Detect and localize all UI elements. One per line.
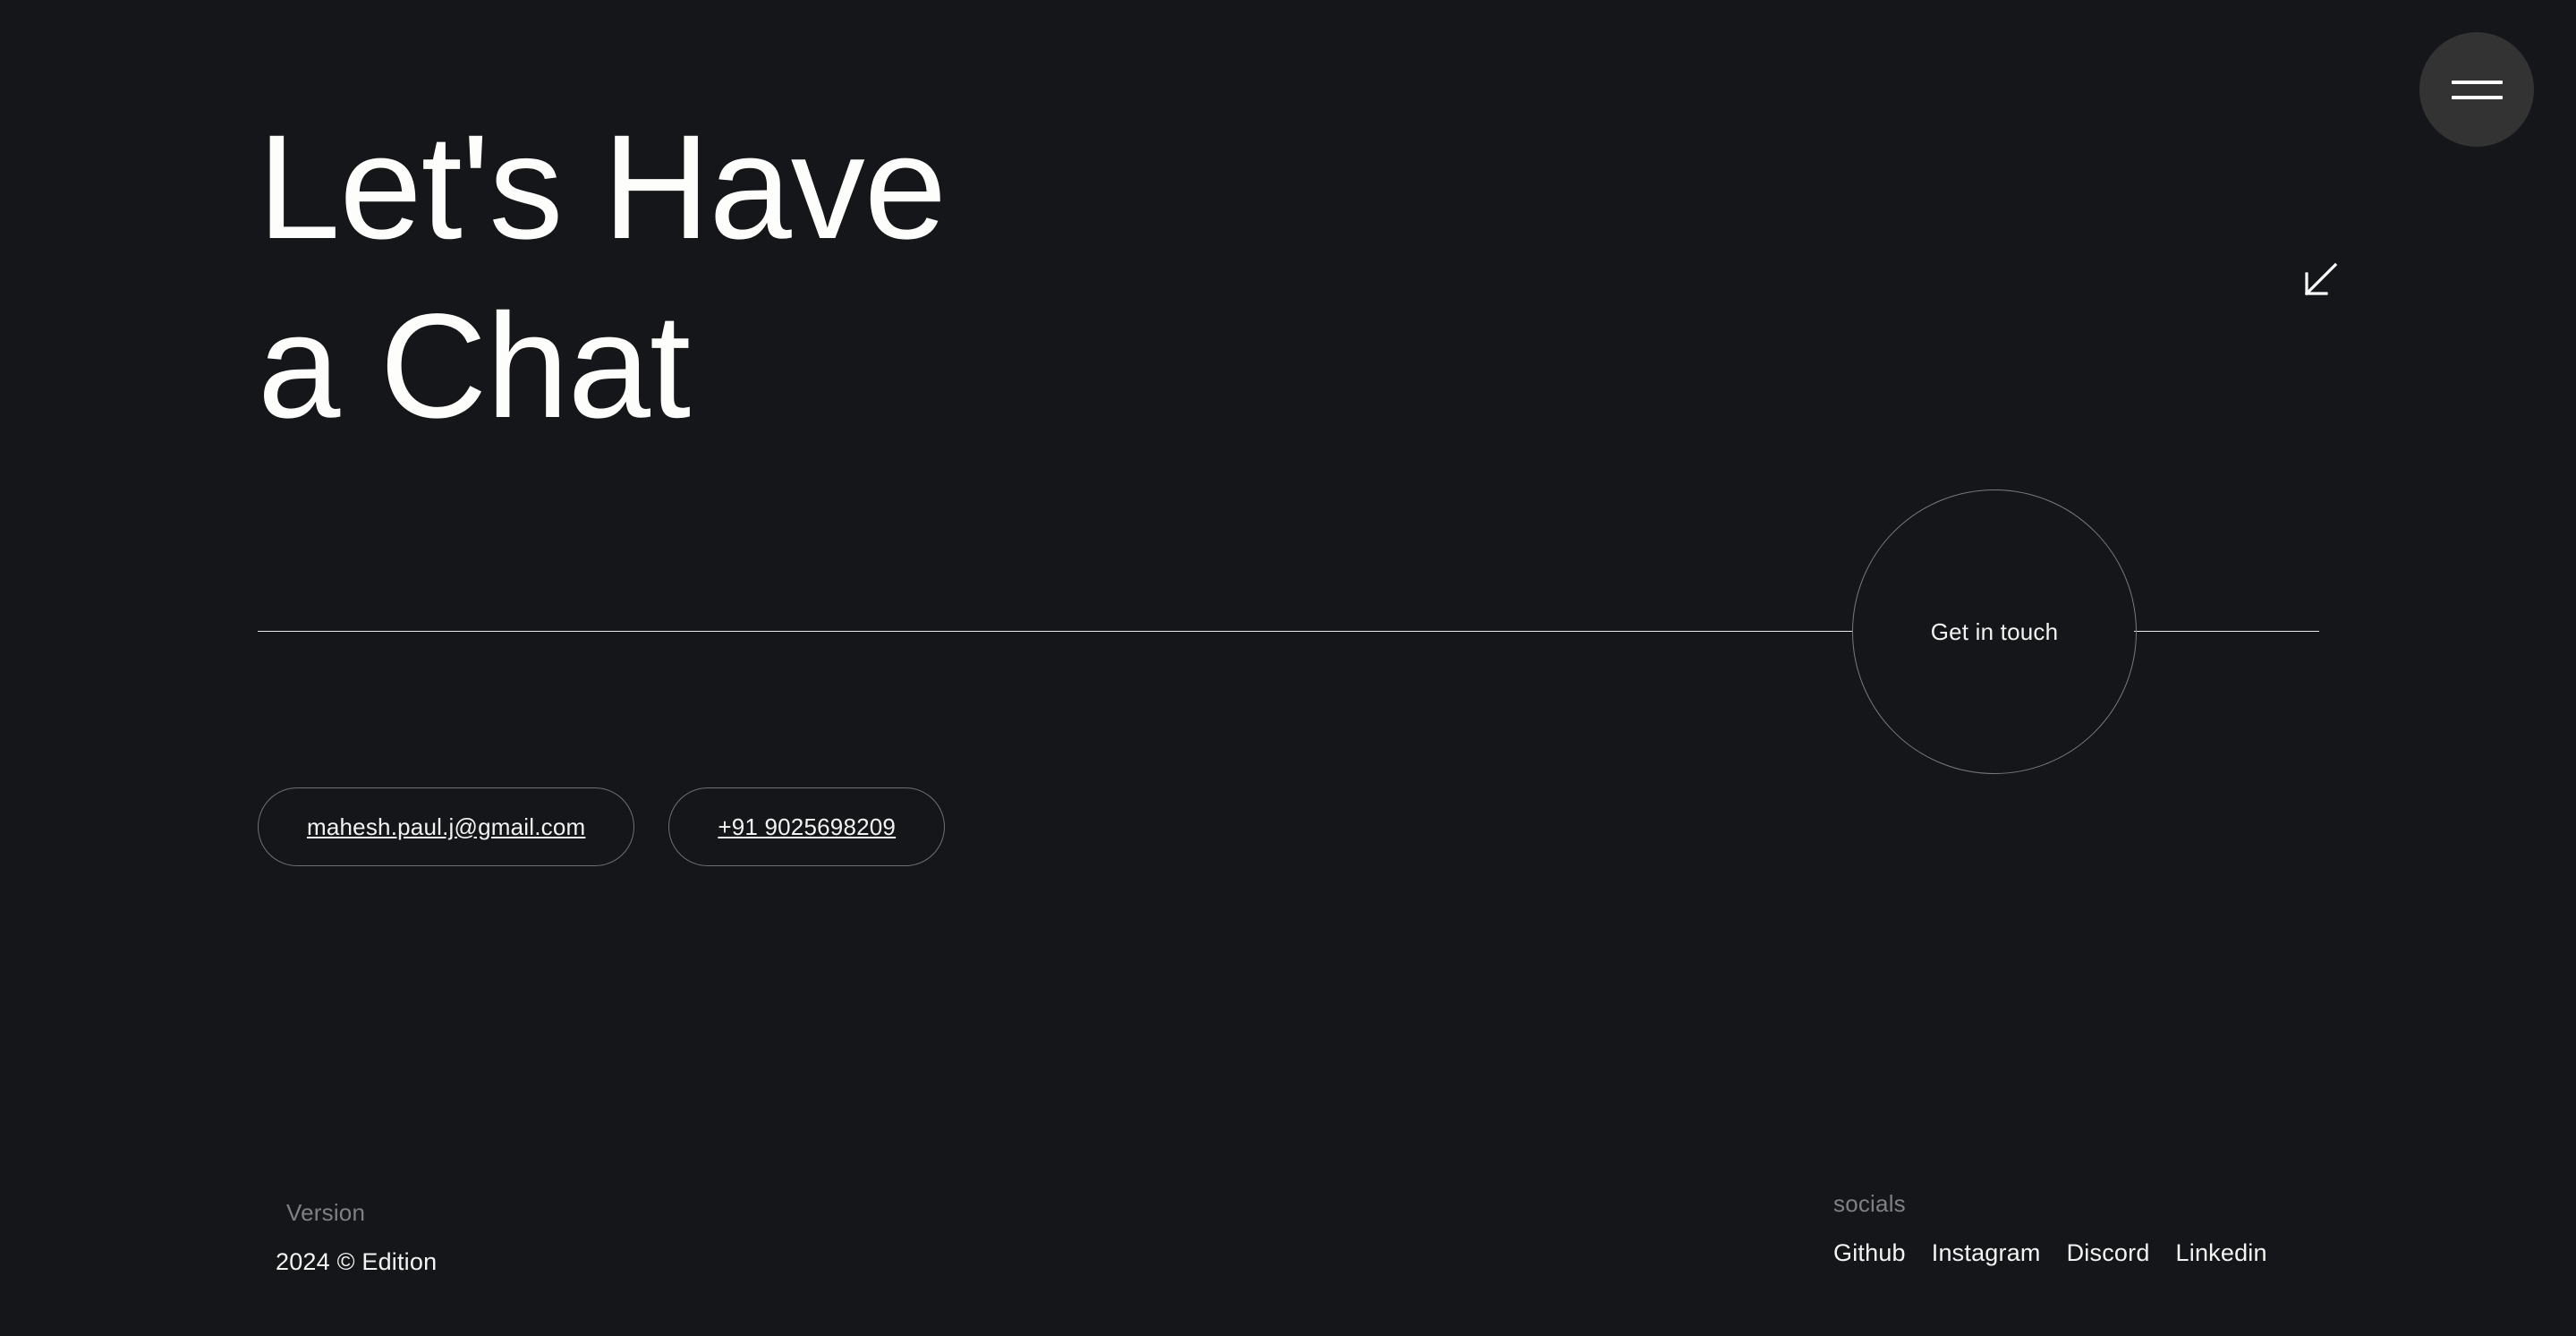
divider-row: Get in touch (0, 489, 2576, 776)
hamburger-icon-bar-top (2451, 80, 2503, 84)
footer-socials-links: Github Instagram Discord Linkedin (1833, 1239, 2267, 1267)
footer: Version 2024 © Edition socials Github In… (0, 1190, 2576, 1336)
arrow-down-left-icon (2300, 260, 2341, 301)
footer-version-label: Version (286, 1199, 366, 1226)
footer-socials-block: socials Github Instagram Discord Linkedi… (1833, 1190, 2267, 1267)
get-in-touch-button[interactable]: Get in touch (1852, 489, 2137, 774)
contact-pill-phone[interactable]: +91 9025698209 (668, 787, 946, 866)
divider-line-left (258, 631, 1852, 632)
footer-socials-label: socials (1833, 1190, 1906, 1217)
social-link-linkedin[interactable]: Linkedin (2176, 1239, 2267, 1267)
contact-pill-email[interactable]: mahesh.paul.j@gmail.com (258, 787, 635, 866)
menu-toggle-button[interactable] (2419, 32, 2534, 147)
get-in-touch-label: Get in touch (1930, 617, 2059, 645)
social-link-discord[interactable]: Discord (2067, 1239, 2150, 1267)
contact-pill-group: mahesh.paul.j@gmail.com +91 9025698209 (258, 787, 946, 866)
footer-version-block: Version 2024 © Edition (276, 1199, 437, 1276)
social-link-github[interactable]: Github (1833, 1239, 1906, 1267)
page-title: Let's Have a Chat (258, 105, 947, 449)
divider-line-right (2134, 631, 2319, 632)
social-link-instagram[interactable]: Instagram (1932, 1239, 2041, 1267)
footer-edition-text: 2024 © Edition (276, 1248, 438, 1275)
hamburger-icon-bar-bottom (2451, 95, 2503, 99)
